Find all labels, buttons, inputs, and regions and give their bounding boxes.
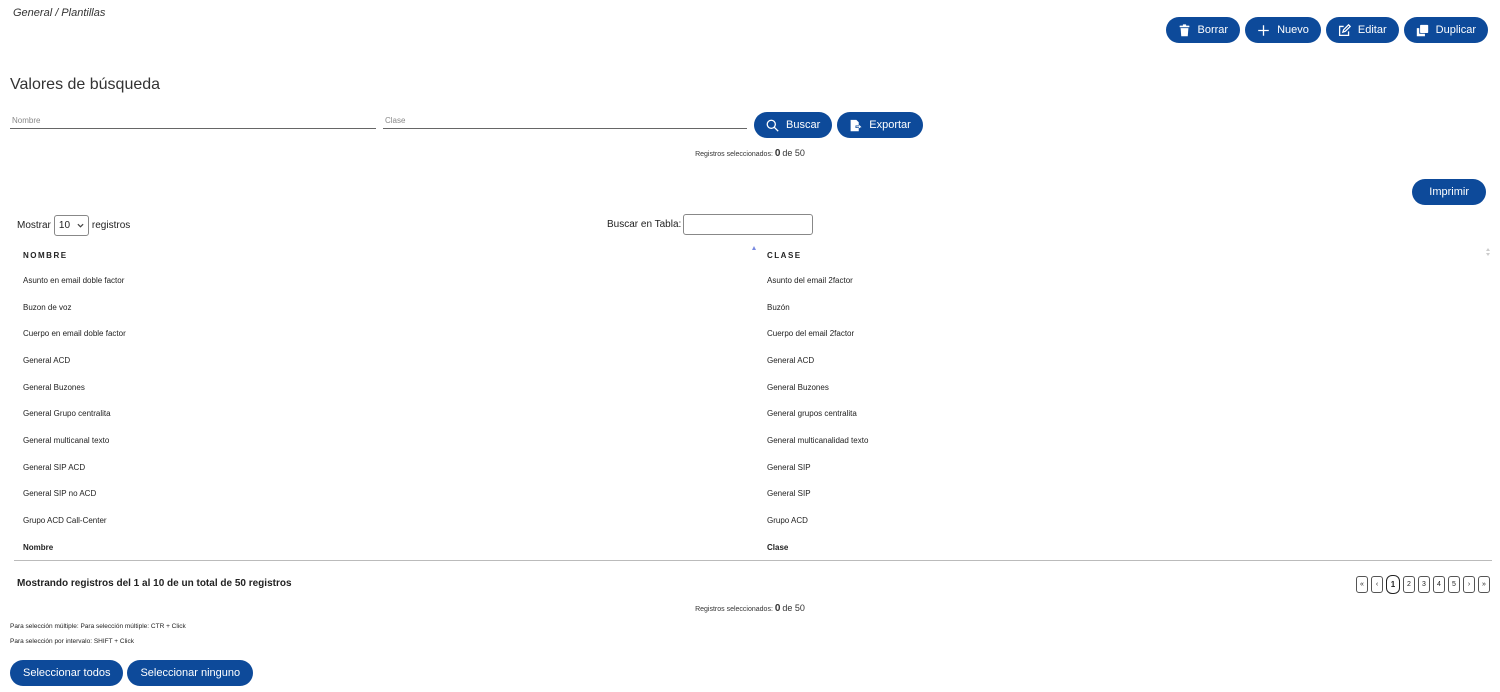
table-header-row: NOMBRE CLASE bbox=[14, 243, 1492, 267]
column-header-clase-label: CLASE bbox=[767, 250, 802, 260]
cell-nombre: Buzon de voz bbox=[23, 302, 72, 312]
duplicate-label: Duplicar bbox=[1435, 24, 1476, 36]
column-footer-nombre: Nombre bbox=[14, 533, 758, 562]
search-section-title: Valores de búsqueda bbox=[10, 76, 161, 93]
cell-nombre: General Grupo centralita bbox=[23, 409, 111, 419]
pagination: « ‹ 1 2 3 4 5 › » bbox=[1356, 575, 1490, 594]
table-row[interactable]: Cuerpo en email doble factor Cuerpo del e… bbox=[14, 320, 1492, 347]
search-button[interactable]: Buscar bbox=[754, 112, 833, 138]
cell-clase: Cuerpo del email 2factor bbox=[767, 329, 855, 339]
selected-records-count: 0 bbox=[774, 603, 781, 614]
cell-nombre: General ACD bbox=[23, 355, 71, 365]
cell-clase: General multicanalidad texto bbox=[767, 435, 869, 445]
new-label: Nuevo bbox=[1277, 24, 1309, 36]
selected-records-total: de 50 bbox=[782, 603, 805, 613]
breadcrumb: General / Plantillas bbox=[13, 7, 106, 19]
table-row[interactable]: General SIP no ACD General SIP bbox=[14, 481, 1492, 508]
trash-icon bbox=[1179, 23, 1189, 36]
cell-nombre: General SIP no ACD bbox=[23, 489, 97, 499]
table-row[interactable]: Buzon de voz Buzón bbox=[14, 294, 1492, 321]
page-button-4[interactable]: 4 bbox=[1433, 576, 1445, 593]
column-footer-clase: Clase bbox=[758, 533, 1492, 562]
table-row[interactable]: General SIP ACD General SIP bbox=[14, 454, 1492, 481]
cell-clase: General Buzones bbox=[767, 382, 829, 392]
table-filter-label: Buscar en Tabla: bbox=[607, 219, 682, 230]
table-footer-row: Nombre Clase bbox=[14, 533, 1492, 562]
cell-nombre: Asunto en email doble factor bbox=[23, 275, 125, 285]
cell-clase: General SIP bbox=[767, 462, 811, 472]
cell-clase: Buzón bbox=[767, 302, 790, 312]
templates-table: NOMBRE CLASE Asunto en email doble facto… bbox=[14, 243, 1492, 562]
duplicate-icon bbox=[1416, 24, 1428, 36]
export-file-icon bbox=[850, 119, 862, 131]
export-button[interactable]: Exportar bbox=[837, 112, 923, 138]
column-header-nombre[interactable]: NOMBRE bbox=[14, 243, 758, 267]
page-button-3[interactable]: 3 bbox=[1418, 576, 1430, 593]
nombre-search-input[interactable] bbox=[10, 112, 376, 129]
cell-nombre: General SIP ACD bbox=[23, 462, 86, 472]
range-select-hint: Para selección por intervalo: SHIFT + Cl… bbox=[10, 638, 134, 645]
cell-nombre: General multicanal texto bbox=[23, 435, 110, 445]
edit-button[interactable]: Editar bbox=[1325, 17, 1399, 43]
page-length-control: Mostrar 10 registros bbox=[17, 215, 130, 236]
next-page-button[interactable]: › bbox=[1463, 576, 1475, 593]
delete-button[interactable]: Borrar bbox=[1165, 17, 1241, 43]
show-suffix: registros bbox=[91, 220, 131, 231]
table-row[interactable]: General ACD General ACD bbox=[14, 347, 1492, 374]
search-actions: Buscar Exportar bbox=[754, 112, 923, 138]
sort-icon bbox=[1486, 248, 1490, 256]
select-none-button[interactable]: Seleccionar ninguno bbox=[127, 660, 254, 686]
duplicate-button[interactable]: Duplicar bbox=[1403, 17, 1488, 43]
select-all-button[interactable]: Seleccionar todos bbox=[10, 660, 124, 686]
last-page-button[interactable]: » bbox=[1478, 576, 1490, 593]
sort-ascending-icon bbox=[752, 246, 756, 250]
table-filter-input[interactable] bbox=[683, 214, 814, 235]
selected-records-label: Registros seleccionados: bbox=[695, 606, 773, 613]
selected-records-top: Registros seleccionados: 0 de 50 bbox=[0, 148, 1500, 159]
cell-nombre: Grupo ACD Call-Center bbox=[23, 516, 107, 526]
table-row[interactable]: General Grupo centralita General grupos c… bbox=[14, 400, 1492, 427]
print-button[interactable]: Imprimir bbox=[1412, 179, 1486, 205]
page-length-value: 10 bbox=[58, 220, 71, 231]
table-info: Mostrando registros del 1 al 10 de un to… bbox=[17, 578, 292, 589]
delete-label: Borrar bbox=[1197, 24, 1229, 36]
page-button-2[interactable]: 2 bbox=[1403, 576, 1415, 593]
top-toolbar: Borrar Nuevo Editar Duplicar bbox=[1165, 17, 1488, 43]
selected-records-total: de 50 bbox=[782, 148, 805, 158]
cell-clase: General grupos centralita bbox=[767, 409, 857, 419]
page-length-select[interactable]: 10 bbox=[53, 215, 89, 236]
new-button[interactable]: Nuevo bbox=[1245, 17, 1321, 43]
first-page-button[interactable]: « bbox=[1356, 576, 1368, 593]
page-button-5[interactable]: 5 bbox=[1448, 576, 1460, 593]
search-icon bbox=[766, 119, 779, 132]
selected-records-bottom: Registros seleccionados: 0 de 50 bbox=[0, 603, 1500, 614]
table-row[interactable]: Grupo ACD Call-Center Grupo ACD bbox=[14, 507, 1492, 534]
export-label: Exportar bbox=[869, 119, 911, 131]
cell-clase: Asunto del email 2factor bbox=[767, 275, 853, 285]
table-filter-control: Buscar en Tabla: bbox=[607, 214, 814, 235]
page-button-1[interactable]: 1 bbox=[1386, 575, 1400, 594]
cell-clase: General ACD bbox=[767, 355, 815, 365]
chevron-down-icon bbox=[77, 223, 84, 228]
plus-icon bbox=[1258, 24, 1269, 36]
cell-nombre: Cuerpo en email doble factor bbox=[23, 329, 126, 339]
column-header-nombre-label: NOMBRE bbox=[23, 250, 68, 260]
table-row[interactable]: General multicanal texto General multican… bbox=[14, 427, 1492, 454]
edit-label: Editar bbox=[1357, 24, 1387, 36]
cell-clase: General SIP bbox=[767, 489, 811, 499]
cell-nombre: General Buzones bbox=[23, 382, 85, 392]
previous-page-button[interactable]: ‹ bbox=[1371, 576, 1383, 593]
selection-actions: Seleccionar todos Seleccionar ninguno bbox=[10, 660, 254, 686]
selected-records-label: Registros seleccionados: bbox=[695, 151, 773, 158]
column-header-clase[interactable]: CLASE bbox=[758, 243, 1492, 267]
cell-clase: Grupo ACD bbox=[767, 516, 808, 526]
search-label: Buscar bbox=[786, 119, 821, 131]
clase-search-input[interactable] bbox=[383, 112, 747, 129]
table-row[interactable]: General Buzones General Buzones bbox=[14, 374, 1492, 401]
selected-records-count: 0 bbox=[774, 148, 781, 159]
table-row[interactable]: Asunto en email doble factor Asunto del e… bbox=[14, 267, 1492, 294]
show-prefix: Mostrar bbox=[17, 220, 51, 231]
edit-icon bbox=[1338, 23, 1351, 36]
multi-select-hint: Para selección múltiple: Para selección … bbox=[10, 623, 186, 630]
